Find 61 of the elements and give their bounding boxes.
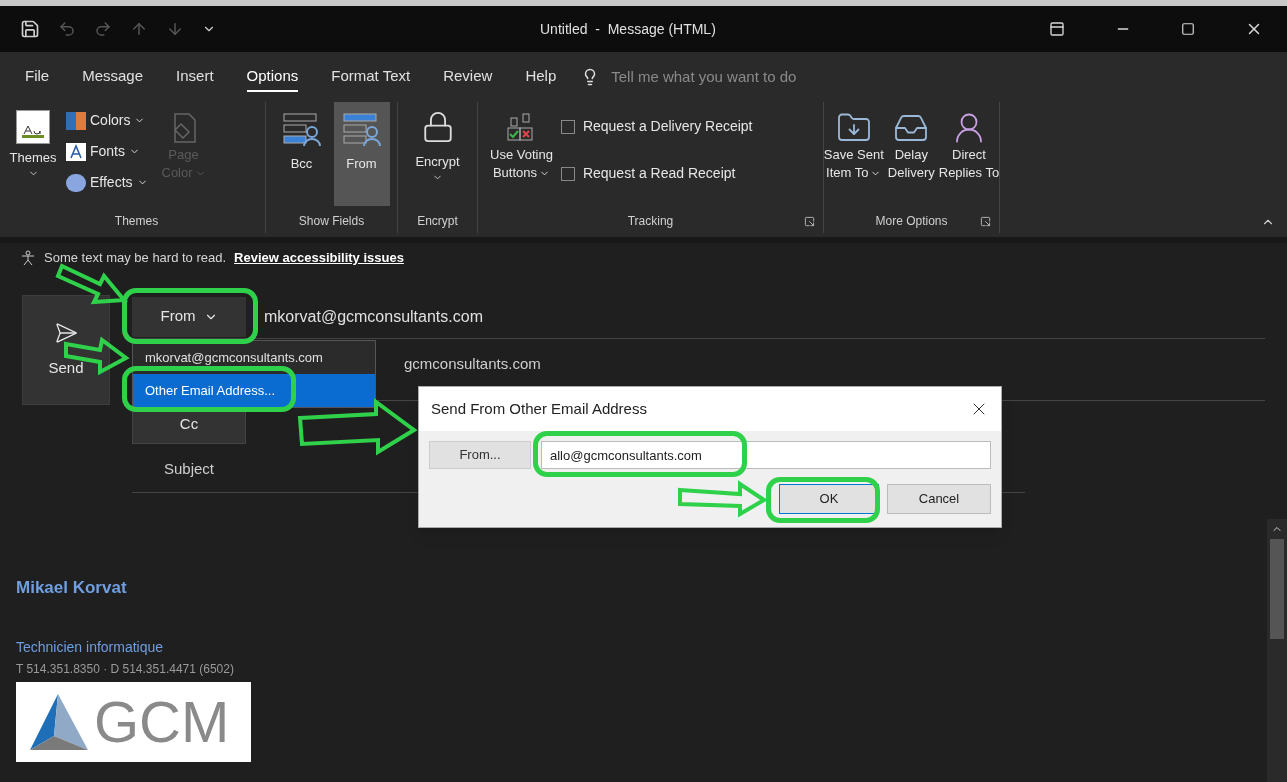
group-label: Tracking (627, 213, 674, 230)
menu-option[interactable]: Other Email Address... (133, 374, 375, 407)
tell-me-field[interactable]: Tell me what you want to do (611, 65, 892, 89)
undo-icon[interactable] (58, 20, 76, 38)
maximize-icon[interactable] (1181, 22, 1195, 36)
group-label: Themes (114, 213, 159, 230)
menu-tab[interactable]: Review (443, 62, 493, 92)
from-button[interactable]: From... (429, 441, 531, 469)
ribbon-display-icon[interactable] (1049, 21, 1065, 37)
accessibility-link[interactable]: Review accessibility issues (234, 248, 404, 268)
cancel-button[interactable]: Cancel (887, 484, 991, 514)
signature-role: Technicien informatique (16, 637, 165, 657)
dialog-launcher-icon[interactable] (980, 215, 991, 227)
group-label: Show Fields (298, 213, 365, 230)
font-icon (66, 142, 86, 161)
scrollbar[interactable] (1267, 519, 1287, 782)
signature-name: Mikael Korvat (16, 577, 128, 599)
dialog-title: Send From Other Email Address (431, 398, 647, 419)
send-icon (54, 320, 78, 345)
checkbox-label: Request a Delivery Receipt (582, 117, 753, 136)
palette-icon (66, 111, 86, 130)
from-button[interactable]: From (132, 296, 246, 337)
menu-tab[interactable]: Insert (176, 62, 214, 92)
menu-tab[interactable]: Format Text (331, 62, 411, 92)
delay-delivery-button[interactable]: Delay Delivery (887, 110, 935, 209)
menu-tab[interactable]: File (25, 62, 50, 92)
subject-label: Subject (162, 459, 215, 480)
checkbox-label: Request a Read Receipt (582, 164, 736, 183)
save-icon[interactable] (20, 19, 40, 39)
effects-button[interactable]: Effects (66, 172, 148, 193)
group-label: More Options (875, 213, 948, 230)
checkbox[interactable] (560, 119, 575, 134)
colors-button[interactable]: Colors (66, 110, 148, 131)
checkbox[interactable] (560, 166, 575, 181)
direct-replies-button[interactable]: Direct Replies To (938, 110, 1000, 209)
menu-option[interactable]: mkorvat@gcmconsultants.com (133, 341, 375, 374)
field-toggle-button[interactable]: Bcc (273, 102, 330, 209)
redo-icon[interactable] (94, 20, 112, 38)
themes-button[interactable]: Themes (8, 106, 58, 209)
send-button[interactable]: Send (22, 295, 110, 405)
field-toggle-button[interactable]: From (333, 102, 390, 206)
to-address: gcmconsultants.com (404, 354, 541, 374)
dialog-launcher-icon[interactable] (804, 215, 815, 227)
fonts-button[interactable]: Fonts (66, 141, 148, 162)
info-message: Some text may be hard to read. (44, 249, 227, 268)
menu-tab[interactable]: Help (525, 62, 557, 92)
signature-phone: T 514.351.8350 · D 514.351.4471 (6502) (16, 660, 235, 678)
from-address: mkorvat@gcmconsultants.com (264, 306, 483, 327)
down-arrow-icon[interactable] (166, 20, 184, 38)
accessibility-icon (20, 250, 36, 266)
save-sent-item-button[interactable]: Save Sent Item To (823, 110, 884, 209)
menu-tab[interactable]: Options (246, 62, 299, 92)
address-field[interactable]: allo@gcmconsultants.com (541, 441, 991, 469)
effects-icon (66, 173, 86, 192)
group-label: Encrypt (417, 213, 458, 230)
window-title: Untitled - Message (HTML) (540, 19, 716, 39)
menu-tab[interactable]: Message (82, 62, 144, 92)
themes-icon (16, 110, 50, 144)
logo-text: GCM (94, 692, 230, 751)
encrypt-button[interactable]: Encrypt (398, 102, 477, 209)
voting-buttons-button[interactable]: Use Voting Buttons (490, 110, 553, 209)
